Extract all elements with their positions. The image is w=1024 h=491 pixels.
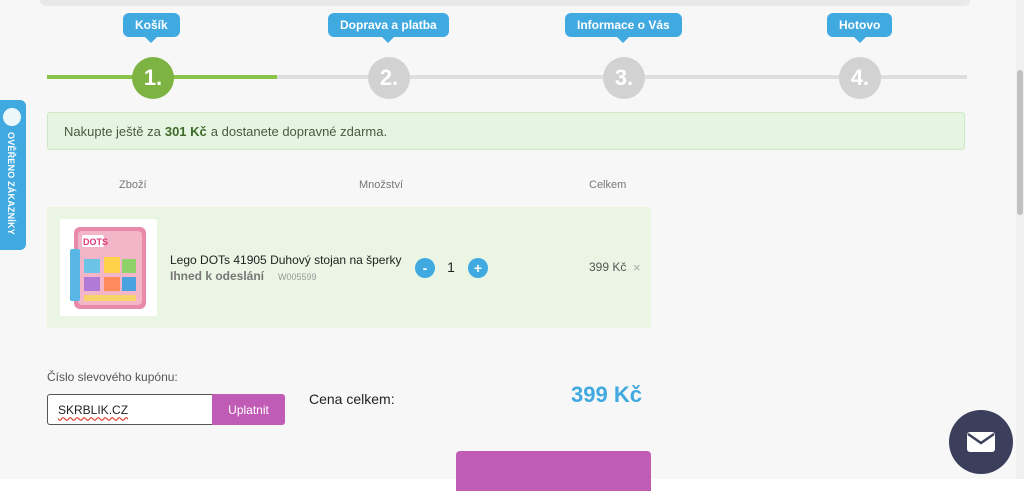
- svg-text:DOTS: DOTS: [83, 237, 108, 247]
- verified-badge-logo-icon: [3, 108, 21, 126]
- chat-button[interactable]: [949, 410, 1013, 474]
- banner-prefix: Nakupte ještě za: [64, 123, 161, 139]
- quantity-value[interactable]: 1: [446, 259, 456, 275]
- coupon-input[interactable]: SKRBLIK.CZ: [47, 394, 213, 425]
- remove-item-icon[interactable]: ×: [633, 260, 641, 275]
- cart-item-row: DOTS Lego DOTs 41905 Duhový stojan na šp…: [47, 207, 651, 328]
- verified-customers-badge[interactable]: OVĚŘENO ZÁKAZNÍKY: [0, 100, 26, 250]
- continue-button[interactable]: [456, 451, 651, 491]
- total-value: 399 Kč: [571, 382, 642, 407]
- column-header-total: Celkem: [589, 179, 627, 191]
- step-tag-info: Informace o Vás: [565, 13, 682, 43]
- mail-icon: [967, 432, 995, 452]
- product-name[interactable]: Lego DOTs 41905 Duhový stojan na šperky: [170, 253, 401, 267]
- apply-coupon-button[interactable]: Uplatnit: [212, 394, 285, 425]
- free-shipping-banner: Nakupte ještě za 301 Kč a dostanete dopr…: [47, 112, 965, 150]
- verified-badge-text: OVĚŘENO ZÁKAZNÍKY: [6, 132, 16, 235]
- step-tag-cart: Košík: [123, 13, 180, 43]
- step-tag-shipping: Doprava a platba: [328, 13, 449, 43]
- step-tag-done: Hotovo: [827, 13, 893, 43]
- step-circle-shipping[interactable]: 2.: [368, 57, 410, 99]
- column-header-product: Zboží: [119, 179, 147, 191]
- step-circle-info[interactable]: 3.: [603, 57, 645, 99]
- banner-suffix: a dostanete dopravné zdarma.: [210, 123, 388, 139]
- product-sku: W005599: [278, 272, 317, 282]
- total-label: Cena celkem:: [309, 391, 395, 407]
- banner-amount: 301 Kč: [164, 123, 207, 139]
- item-total-price: 399 Kč: [589, 260, 627, 274]
- scrollbar-thumb[interactable]: [1017, 70, 1023, 215]
- column-header-quantity: Množství: [359, 179, 404, 191]
- product-image[interactable]: DOTS: [60, 219, 157, 316]
- coupon-label: Číslo slevového kupónu:: [47, 370, 178, 384]
- header-edge: [40, 0, 970, 6]
- quantity-decrease-button[interactable]: -: [415, 258, 435, 278]
- step-circle-cart[interactable]: 1.: [132, 57, 174, 99]
- availability-status: Ihned k odeslání: [170, 269, 265, 283]
- quantity-increase-button[interactable]: +: [468, 258, 488, 278]
- coupon-input-value: SKRBLIK.CZ: [58, 402, 129, 417]
- step-circle-done[interactable]: 4.: [839, 57, 881, 99]
